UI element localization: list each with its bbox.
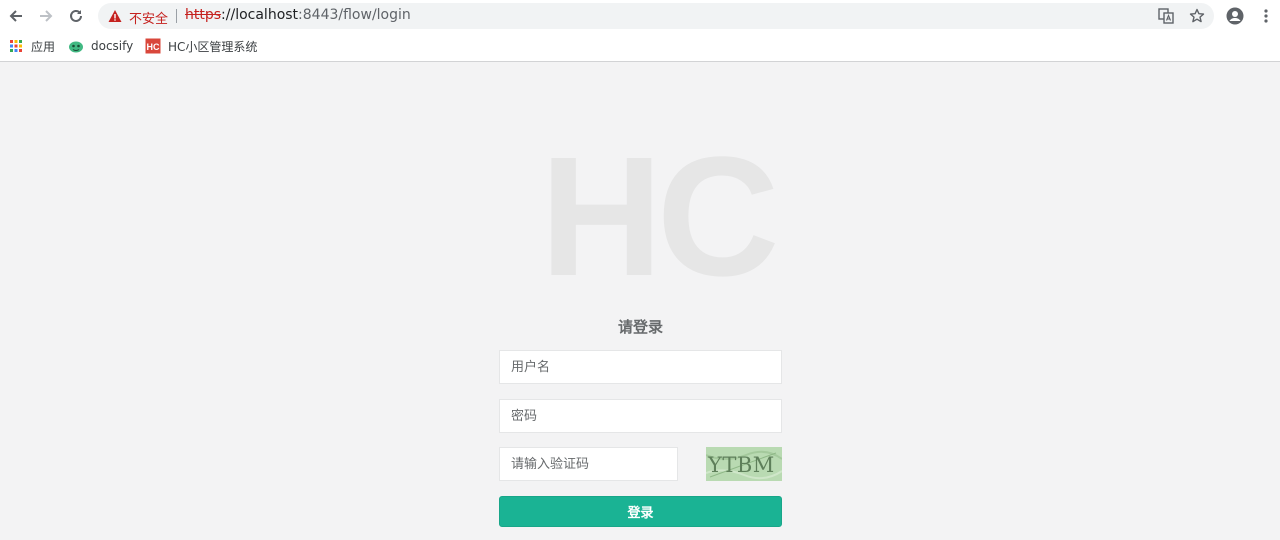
menu-icon[interactable] [1258, 8, 1274, 24]
bookmarks-bar: 应用 docsify HC HC小区管理系统 [0, 31, 1280, 62]
warning-icon[interactable] [108, 9, 122, 23]
forward-button[interactable] [34, 4, 58, 28]
bookmark-label: docsify [91, 39, 134, 53]
back-icon [9, 10, 22, 22]
captcha-image[interactable]: YTBM [706, 447, 782, 481]
bookmark-docsify[interactable]: docsify [68, 37, 133, 55]
url-scheme: https [185, 7, 222, 23]
apps-grid-icon [10, 40, 22, 52]
hc-logo-icon: HC [145, 38, 161, 54]
omnibox-divider [176, 9, 177, 23]
login-heading: 请登录 [617, 318, 663, 336]
captcha-text: YTBM [707, 453, 775, 477]
reload-button[interactable] [64, 4, 88, 28]
back-button[interactable] [4, 4, 28, 28]
password-input[interactable] [499, 399, 782, 433]
star-icon[interactable] [1189, 8, 1205, 24]
docsify-icon [69, 41, 83, 53]
address-bar[interactable]: 不安全 https://localhost:8443/flow/login [98, 3, 1214, 29]
username-input[interactable] [499, 350, 782, 384]
translate-icon[interactable] [1158, 8, 1174, 24]
bookmark-hc-system[interactable]: HC HC小区管理系统 [145, 37, 257, 55]
forward-icon [40, 10, 53, 22]
profile-icon[interactable] [1226, 7, 1244, 25]
svg-text:HC: HC [147, 42, 160, 52]
bookmark-apps[interactable]: 应用 [8, 37, 55, 55]
login-button[interactable]: 登录 [499, 496, 782, 527]
security-status[interactable]: 不安全 [129, 8, 168, 27]
captcha-input[interactable] [499, 447, 678, 481]
hc-watermark-logo: HC [540, 122, 780, 312]
url-host: ://localhost [221, 7, 299, 23]
url-text[interactable]: https://localhost:8443/flow/login [185, 7, 411, 23]
bookmark-label: HC小区管理系统 [168, 39, 258, 54]
url-path: :8443/flow/login [298, 7, 411, 23]
bookmark-label: 应用 [31, 39, 56, 54]
reload-icon [70, 9, 82, 22]
browser-toolbar: 不安全 https://localhost:8443/flow/login [0, 0, 1280, 31]
